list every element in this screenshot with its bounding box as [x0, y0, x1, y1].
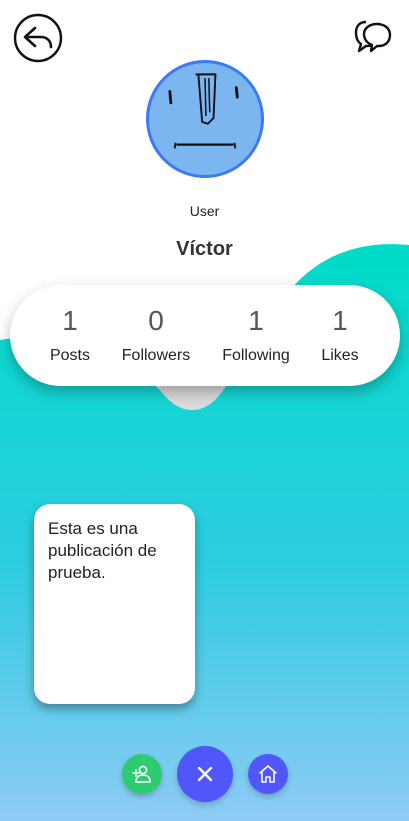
user-role: User [189, 203, 220, 219]
avatar [146, 60, 264, 178]
stat-label: Following [222, 347, 290, 364]
stat-value: 0 [148, 305, 164, 336]
stat-value: 1 [62, 305, 78, 336]
post-text: Esta es una publicación de prueba. [48, 519, 157, 582]
chat-button[interactable] [352, 16, 394, 58]
add-user-icon [132, 765, 151, 783]
home-icon [259, 765, 277, 783]
home-button[interactable] [248, 754, 288, 794]
close-icon [197, 766, 213, 782]
stat-label: Followers [121, 347, 191, 364]
follow-button[interactable] [122, 754, 162, 794]
chat-bubbles-icon [354, 20, 392, 53]
post-card[interactable]: Esta es una publicación de prueba. [34, 504, 195, 704]
stat-value: 1 [332, 305, 348, 336]
back-button[interactable] [13, 13, 63, 63]
reply-arrow-icon [13, 13, 63, 63]
close-button[interactable] [177, 746, 233, 802]
user-name: Víctor [176, 238, 233, 260]
stats-card: 1 Posts 0 Followers 1 Following 1 Likes [10, 285, 400, 386]
stat-value: 1 [248, 305, 264, 336]
stat-label: Likes [321, 347, 359, 364]
avatar-face-illustration [168, 73, 239, 149]
stat-label: Posts [49, 347, 90, 364]
